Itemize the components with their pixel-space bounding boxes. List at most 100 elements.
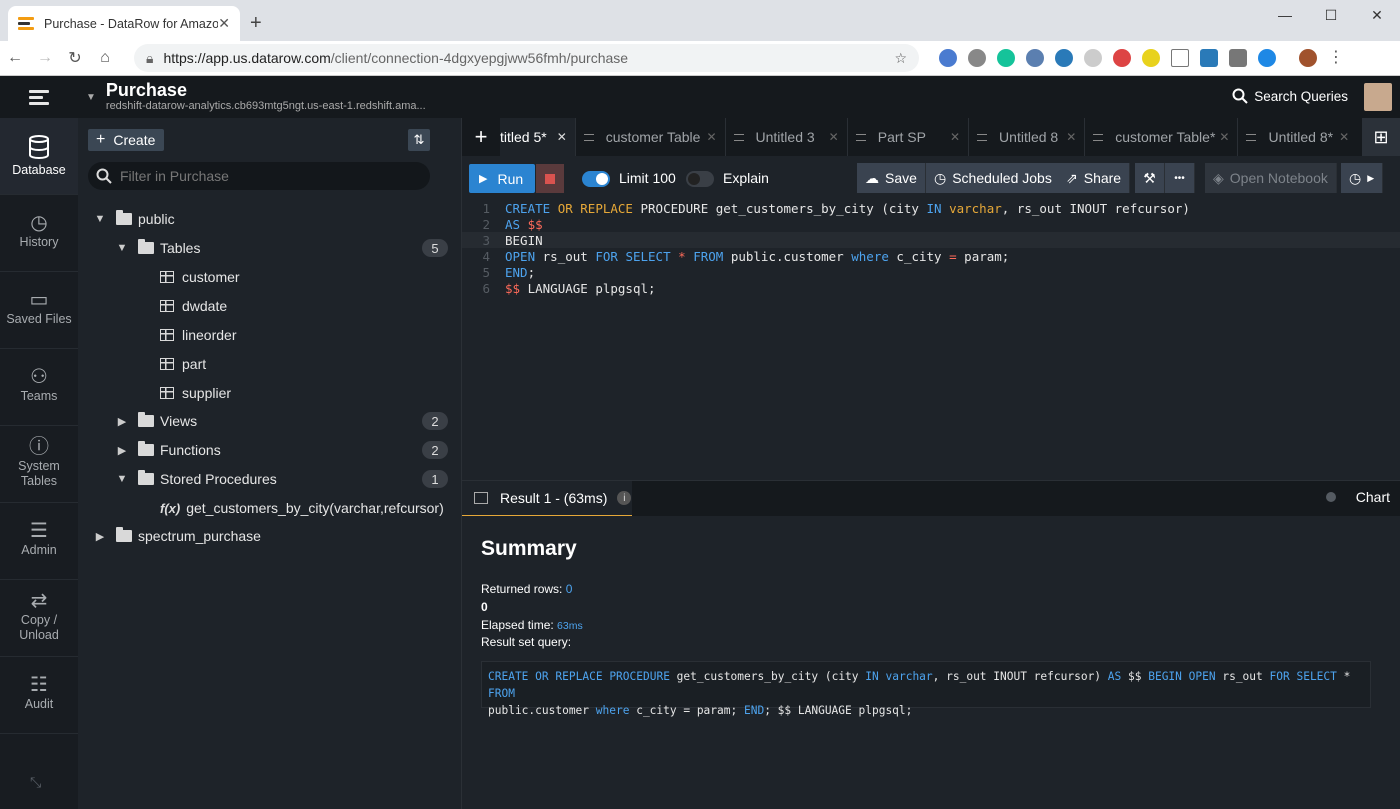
extension-icon[interactable] bbox=[968, 49, 986, 67]
result-tab[interactable]: Result 1 - (63ms) i bbox=[462, 481, 632, 517]
grammarly-icon[interactable] bbox=[997, 49, 1015, 67]
back-arrow-icon[interactable]: ← bbox=[0, 49, 30, 67]
collapse-icon[interactable]: ⤡ bbox=[30, 774, 41, 791]
reload-icon[interactable]: ↻ bbox=[60, 48, 90, 68]
tree-node-table[interactable]: part bbox=[160, 353, 206, 375]
editor-tab-label: Part SP bbox=[877, 129, 926, 145]
stop-button[interactable] bbox=[536, 164, 564, 193]
tree-node-tables[interactable]: ▼ Tables 5 bbox=[116, 237, 462, 259]
bookmark-star-icon[interactable]: ☆ bbox=[894, 50, 907, 67]
close-icon[interactable]: ✕ bbox=[1339, 130, 1349, 144]
extension-icon[interactable] bbox=[1084, 49, 1102, 67]
close-icon[interactable]: ✕ bbox=[829, 130, 839, 144]
extension-icon[interactable] bbox=[939, 49, 957, 67]
rail-item-label: Teams bbox=[20, 389, 58, 403]
extension-icon[interactable] bbox=[1113, 49, 1131, 67]
rail-item-teams[interactable]: ⚇ Teams bbox=[0, 349, 78, 426]
chevron-right-icon[interactable]: ▶ bbox=[116, 444, 128, 457]
format-button[interactable]: ⚒ bbox=[1135, 163, 1165, 193]
search-queries-button[interactable]: Search Queries bbox=[1232, 88, 1348, 104]
rail-item-history[interactable]: ◷ History bbox=[0, 195, 78, 272]
result-set-query-text: CREATE OR REPLACE PROCEDURE get_customer… bbox=[481, 661, 1371, 717]
chart-tab[interactable]: Chart bbox=[1325, 489, 1390, 505]
datarow-logo-icon[interactable] bbox=[0, 76, 78, 118]
checklist-icon: ☷ bbox=[30, 674, 48, 696]
sort-button[interactable]: ⇅ bbox=[408, 129, 430, 151]
rail-item-admin[interactable]: ☰ Admin bbox=[0, 503, 78, 580]
rail-item-system-tables[interactable]: ⓘ System Tables bbox=[0, 426, 78, 503]
editor-tab[interactable]: customer Table* ✕ bbox=[1085, 118, 1239, 156]
tree-node-public[interactable]: ▼ public bbox=[94, 208, 175, 230]
forward-arrow-icon[interactable]: → bbox=[30, 49, 60, 67]
new-tab-button[interactable]: + bbox=[250, 12, 262, 35]
rail-item-database[interactable]: Database bbox=[0, 118, 78, 195]
extension-icon[interactable] bbox=[1258, 49, 1276, 67]
maximize-button[interactable]: ☐ bbox=[1308, 0, 1354, 30]
chevron-down-icon[interactable]: ▼ bbox=[116, 242, 128, 254]
limit-toggle[interactable] bbox=[582, 171, 610, 187]
close-icon[interactable]: ✕ bbox=[706, 130, 716, 144]
editor-tab[interactable]: Untitled 8 ✕ bbox=[969, 118, 1086, 156]
sql-editor[interactable]: 1 CREATE OR REPLACE PROCEDURE get_custom… bbox=[462, 198, 1400, 480]
extension-icon[interactable] bbox=[1171, 49, 1189, 67]
add-tab-button[interactable]: + bbox=[462, 118, 500, 156]
filter-input[interactable]: Filter in Purchase bbox=[88, 162, 430, 190]
menu-dots-icon[interactable]: ⋮ bbox=[1328, 49, 1344, 67]
close-icon[interactable]: ✕ bbox=[557, 130, 567, 144]
extension-icon[interactable] bbox=[1026, 49, 1044, 67]
close-icon[interactable]: ✕ bbox=[950, 130, 960, 144]
rail-item-audit[interactable]: ☷ Audit bbox=[0, 657, 78, 734]
tree-node-spectrum-purchase[interactable]: ▶ spectrum_purchase bbox=[94, 525, 261, 547]
extension-icon[interactable] bbox=[1200, 49, 1218, 67]
close-icon[interactable]: ✕ bbox=[1219, 130, 1229, 144]
profile-avatar[interactable] bbox=[1299, 49, 1317, 67]
tree-node-table[interactable]: supplier bbox=[160, 382, 231, 404]
tree-node-functions[interactable]: ▶ Functions 2 bbox=[116, 439, 462, 461]
left-rail: Database ◷ History ▭ Saved Files ⚇ Teams… bbox=[0, 118, 78, 809]
scheduled-jobs-button[interactable]: ◷ Scheduled Jobs bbox=[926, 163, 1061, 193]
share-button[interactable]: ⇗ Share bbox=[1058, 163, 1131, 193]
create-button[interactable]: + Create bbox=[88, 129, 164, 151]
close-window-button[interactable]: ✕ bbox=[1354, 0, 1400, 30]
extension-icon[interactable] bbox=[1229, 49, 1247, 67]
rail-item-saved-files[interactable]: ▭ Saved Files bbox=[0, 272, 78, 349]
count-badge: 2 bbox=[422, 441, 448, 459]
editor-tab[interactable]: Untitled 3 ✕ bbox=[726, 118, 848, 156]
user-avatar[interactable] bbox=[1364, 83, 1392, 111]
chevron-right-icon[interactable]: ▶ bbox=[94, 530, 106, 543]
close-icon[interactable]: ✕ bbox=[1066, 130, 1076, 144]
tree-node-procedure[interactable]: f(x) get_customers_by_city(varchar,refcu… bbox=[160, 497, 444, 519]
tab-overview-icon[interactable]: ⊞ bbox=[1362, 118, 1400, 156]
tree-node-table[interactable]: lineorder bbox=[160, 324, 236, 346]
run-button[interactable]: ▶ Run bbox=[469, 164, 535, 193]
tree-node-table[interactable]: dwdate bbox=[160, 295, 227, 317]
react-icon[interactable] bbox=[1055, 49, 1073, 67]
close-tab-icon[interactable]: ✕ bbox=[218, 15, 230, 32]
connection-info[interactable]: Purchase redshift-datarow-analytics.cb69… bbox=[106, 81, 426, 113]
chevron-down-icon[interactable]: ▼ bbox=[116, 473, 128, 485]
browser-tab[interactable]: Purchase - DataRow for Amazon ✕ bbox=[8, 6, 240, 41]
minimize-button[interactable]: — bbox=[1262, 0, 1308, 30]
open-notebook-button[interactable]: ◈ Open Notebook bbox=[1205, 163, 1337, 193]
tree-node-stored-procedures[interactable]: ▼ Stored Procedures 1 bbox=[116, 468, 462, 490]
explain-toggle[interactable] bbox=[686, 171, 714, 187]
window-controls: — ☐ ✕ bbox=[1262, 0, 1400, 30]
save-button[interactable]: ☁ Save bbox=[857, 163, 926, 193]
extension-icon[interactable] bbox=[1142, 49, 1160, 67]
chevron-right-icon[interactable]: ▶ bbox=[116, 415, 128, 428]
home-icon[interactable]: ⌂ bbox=[90, 49, 120, 67]
tree-node-views[interactable]: ▶ Views 2 bbox=[116, 410, 462, 432]
rail-item-copy-unload[interactable]: ⇄ Copy / Unload bbox=[0, 580, 78, 657]
editor-tab[interactable]: titled 5* ✕ bbox=[500, 118, 576, 156]
editor-tab[interactable]: customer Table ✕ bbox=[576, 118, 726, 156]
history-dropdown-button[interactable]: ◷ ▶ bbox=[1341, 163, 1383, 193]
editor-tab[interactable]: Untitled 8* ✕ bbox=[1238, 118, 1357, 156]
editor-tab[interactable]: Part SP ✕ bbox=[848, 118, 970, 156]
layers-icon: ◈ bbox=[1213, 169, 1224, 186]
info-icon[interactable]: i bbox=[617, 491, 632, 505]
address-bar[interactable]: 🔒︎ https://app.us.datarow.com/client/con… bbox=[134, 44, 919, 72]
tree-node-table[interactable]: customer bbox=[160, 266, 240, 288]
chevron-down-icon[interactable]: ▼ bbox=[94, 213, 106, 225]
more-options-button[interactable]: ••• bbox=[1165, 163, 1195, 193]
connection-dropdown-caret-icon[interactable]: ▼ bbox=[86, 92, 96, 103]
